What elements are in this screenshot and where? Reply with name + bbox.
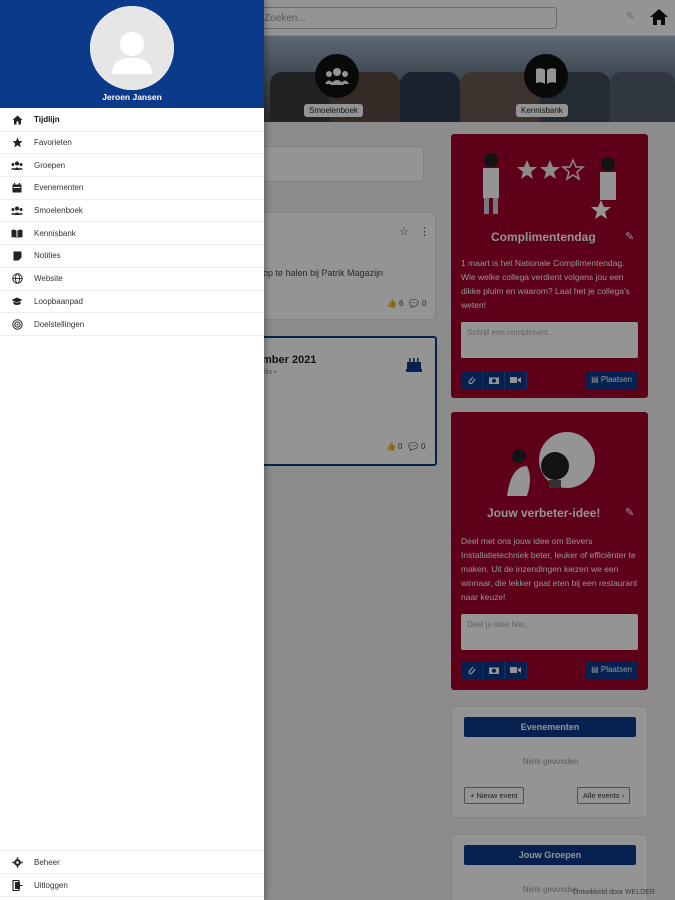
menu-item-label: Beheer — [34, 857, 60, 867]
user-placeholder-icon — [90, 6, 174, 90]
menu-item-notities[interactable]: Notities — [0, 245, 264, 268]
user-name: Jeroen Jansen — [102, 92, 162, 102]
book-icon — [11, 227, 23, 239]
menu-item-label: Tijdlijn — [34, 115, 60, 125]
menu-item-website[interactable]: Website — [0, 268, 264, 291]
users-icon — [11, 159, 23, 171]
menu-item-label: Doelstellingen — [34, 319, 85, 329]
menu-item-label: Kennisbank — [34, 228, 76, 238]
home-icon — [11, 114, 23, 126]
menu-item-groepen[interactable]: Groepen — [0, 154, 264, 178]
users-icon — [11, 205, 23, 217]
menu-item-label: Website — [34, 274, 63, 284]
target-icon — [11, 318, 23, 330]
calendar-icon — [11, 182, 23, 194]
menu-item-kennisbank[interactable]: Kennisbank — [0, 222, 264, 246]
menu-item-smoelenboek[interactable]: Smoelenboek — [0, 200, 264, 223]
menu-item-label: Loopbaanpad — [34, 296, 83, 306]
menu-item-label: Notities — [34, 251, 61, 261]
menu-item-beheer[interactable]: Beheer — [0, 851, 264, 874]
menu-item-label: Groepen — [34, 160, 66, 170]
menu-item-favorieten[interactable]: Favorieten — [0, 132, 264, 155]
menu-item-loopbaanpad[interactable]: Loopbaanpad — [0, 291, 264, 314]
menu-item-label: Smoelenboek — [34, 206, 83, 216]
menu-item-uitloggen[interactable]: Uitloggen — [0, 874, 264, 897]
star-icon — [11, 137, 23, 149]
avatar[interactable] — [90, 6, 174, 90]
menu-item-doelstellingen[interactable]: Doelstellingen — [0, 313, 264, 336]
menu-item-label: Favorieten — [34, 138, 72, 148]
navigation-drawer: Jeroen Jansen Tijdlijn Favorieten Groepe… — [0, 0, 264, 900]
drawer-header: Jeroen Jansen — [0, 0, 264, 108]
drawer-bottom-menu: Beheer Uitloggen — [0, 850, 264, 897]
menu-item-label: Uitloggen — [34, 880, 68, 890]
menu-item-tijdlijn[interactable]: Tijdlijn — [0, 109, 264, 132]
logout-icon — [11, 879, 23, 891]
globe-icon — [11, 273, 23, 285]
menu-item-evenementen[interactable]: Evenementen — [0, 177, 264, 200]
drawer-menu: Tijdlijn Favorieten Groepen Evenementen … — [0, 109, 264, 336]
note-icon — [11, 250, 23, 262]
graduation-icon — [11, 295, 23, 307]
gear-icon — [11, 856, 23, 868]
menu-item-label: Evenementen — [34, 183, 84, 193]
